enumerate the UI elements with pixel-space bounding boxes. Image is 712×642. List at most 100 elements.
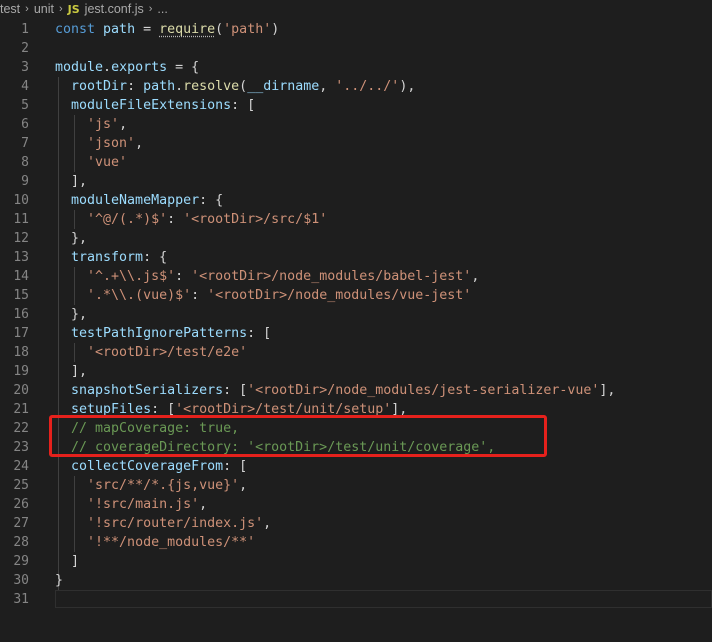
breadcrumb: test › unit › JS jest.conf.js › ...: [0, 0, 712, 18]
line-number: 16: [13, 307, 29, 322]
code-token: moduleFileExtensions: [71, 98, 232, 113]
code-line[interactable]: 2: [0, 39, 712, 58]
line-number: 20: [13, 383, 29, 398]
code-line[interactable]: 30}: [0, 571, 712, 590]
code-line[interactable]: 15 '.*\\.(vue)$': '<rootDir>/node_module…: [0, 286, 712, 305]
code-editor[interactable]: 1 const path = require('path') 2 3 module.ex…: [0, 18, 712, 642]
code-line[interactable]: 6 'js',: [0, 115, 712, 134]
code-text: const path = require('path'): [55, 20, 279, 39]
javascript-file-icon: JS: [67, 2, 80, 16]
breadcrumb-item-unit[interactable]: unit: [34, 2, 54, 16]
code-line[interactable]: 10 moduleNameMapper: {: [0, 191, 712, 210]
code-token: 'src/**/*.{js,vue}': [87, 478, 240, 493]
code-line[interactable]: 4 rootDir: path.resolve(__dirname, '../.…: [0, 77, 712, 96]
line-number: 5: [21, 98, 29, 113]
code-token: path: [143, 79, 176, 94]
code-text: ],: [55, 172, 87, 191]
code-text: '^.+\\.js$': '<rootDir>/node_modules/bab…: [55, 267, 479, 286]
code-token: ): [271, 22, 280, 37]
line-number: 17: [13, 326, 29, 341]
line-number: 2: [21, 41, 29, 56]
code-token: '^.+\\.js$': [87, 269, 176, 284]
code-token: moduleNameMapper: [71, 193, 200, 208]
code-line[interactable]: 3 module.exports = {: [0, 58, 712, 77]
code-line[interactable]: 8 'vue': [0, 153, 712, 172]
code-line[interactable]: 1 const path = require('path'): [0, 20, 712, 39]
code-line[interactable]: 28 '!**/node_modules/**': [0, 533, 712, 552]
code-line[interactable]: 12 },: [0, 229, 712, 248]
code-text: '!src/main.js',: [55, 495, 207, 514]
line-number: 1: [21, 22, 29, 37]
code-token: '<rootDir>/src/$1': [183, 212, 328, 227]
code-line[interactable]: 7 'json',: [0, 134, 712, 153]
code-token: ,: [135, 136, 144, 151]
code-token: const: [55, 22, 96, 37]
breadcrumb-item-test[interactable]: test: [0, 2, 20, 16]
code-token: (: [239, 79, 248, 94]
code-line[interactable]: 20 snapshotSerializers: ['<rootDir>/node…: [0, 381, 712, 400]
code-text: '^@/(.*)$': '<rootDir>/src/$1': [55, 210, 327, 229]
line-number: 21: [13, 402, 29, 417]
code-line[interactable]: 27 '!src/router/index.js',: [0, 514, 712, 533]
code-line[interactable]: 26 '!src/main.js',: [0, 495, 712, 514]
code-line[interactable]: 5 moduleFileExtensions: [: [0, 96, 712, 115]
code-token: ],: [55, 174, 88, 189]
code-line[interactable]: 13 transform: {: [0, 248, 712, 267]
code-token: = {: [167, 60, 200, 75]
code-text: 'vue': [55, 153, 127, 172]
code-line[interactable]: 18 '<rootDir>/test/e2e': [0, 343, 712, 362]
code-line[interactable]: 16 },: [0, 305, 712, 324]
code-line[interactable]: 29 ]: [0, 552, 712, 571]
line-number: 24: [13, 459, 29, 474]
code-token: },: [55, 307, 88, 322]
code-token: (: [215, 22, 224, 37]
code-token: ),: [399, 79, 416, 94]
code-token: 'js': [87, 117, 120, 132]
chevron-right-icon: ›: [58, 3, 63, 15]
code-line[interactable]: 9 ],: [0, 172, 712, 191]
code-token: ,: [319, 79, 336, 94]
line-number: 19: [13, 364, 29, 379]
code-token: 'json': [87, 136, 136, 151]
code-token: '../../': [335, 79, 400, 94]
code-line[interactable]: 24 collectCoverageFrom: [: [0, 457, 712, 476]
code-token: }: [55, 573, 64, 588]
red-highlight-box: [49, 415, 547, 457]
line-number: 28: [13, 535, 29, 550]
code-token: : [: [223, 459, 248, 474]
code-line[interactable]: 11 '^@/(.*)$': '<rootDir>/src/$1': [0, 210, 712, 229]
code-line[interactable]: 31: [0, 590, 712, 609]
code-token: ]: [55, 554, 80, 569]
code-token: '<rootDir>/node_modules/vue-jest': [207, 288, 472, 303]
code-token: resolve: [183, 79, 240, 94]
code-token: :: [175, 269, 192, 284]
code-token: },: [55, 231, 88, 246]
code-token: testPathIgnorePatterns: [71, 326, 248, 341]
code-token: ,: [471, 269, 480, 284]
code-token: ,: [263, 516, 272, 531]
line-number: 7: [21, 136, 29, 151]
breadcrumb-item-file[interactable]: jest.conf.js: [85, 2, 144, 16]
code-line[interactable]: 14 '^.+\\.js$': '<rootDir>/node_modules/…: [0, 267, 712, 286]
code-line[interactable]: 17 testPathIgnorePatterns: [: [0, 324, 712, 343]
code-text: collectCoverageFrom: [: [55, 457, 247, 476]
code-token: ],: [599, 383, 616, 398]
line-number: 4: [21, 79, 29, 94]
code-line[interactable]: 25 'src/**/*.{js,vue}',: [0, 476, 712, 495]
code-text: moduleFileExtensions: [: [55, 96, 255, 115]
breadcrumb-item-symbols[interactable]: ...: [157, 2, 167, 16]
line-number: 26: [13, 497, 29, 512]
chevron-right-icon: ›: [148, 3, 153, 15]
code-text: '!src/router/index.js',: [55, 514, 271, 533]
code-line[interactable]: 19 ],: [0, 362, 712, 381]
